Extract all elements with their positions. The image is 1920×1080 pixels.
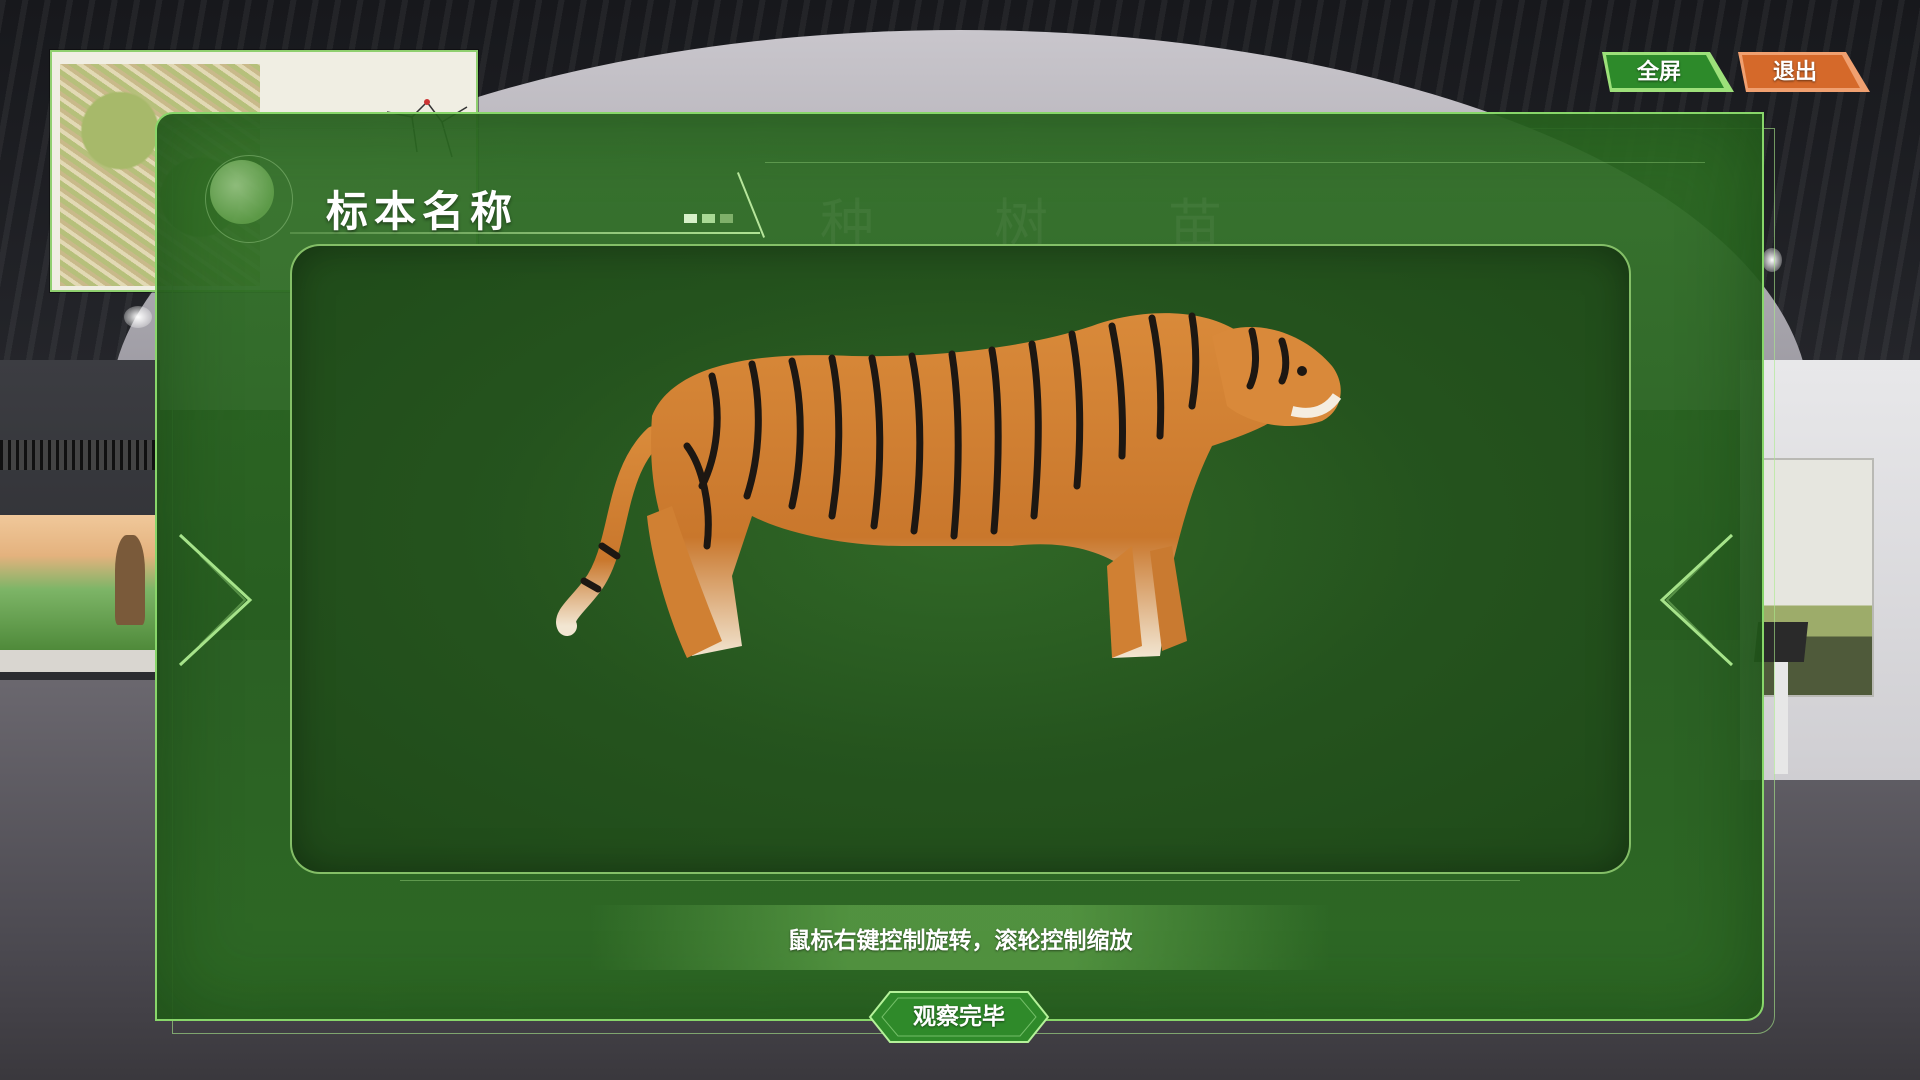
fullscreen-label: 全屏 [1636, 59, 1681, 85]
fullscreen-button[interactable]: 全屏 [1600, 50, 1736, 94]
title-underline [290, 232, 760, 234]
header-divider [765, 162, 1705, 163]
bird-figure [115, 535, 145, 625]
previous-arrow-icon[interactable] [170, 525, 280, 675]
panel-title: 标本名称 [326, 187, 519, 236]
footer-divider [400, 880, 1520, 881]
ceiling-light [1762, 248, 1782, 272]
kiosk-stand [1774, 662, 1788, 774]
instruction-bar: 鼠标右键控制旋转，滚轮控制缩放 [590, 905, 1330, 970]
left-mural [0, 515, 155, 672]
next-arrow-icon[interactable] [1632, 525, 1742, 675]
mural-base [0, 650, 155, 672]
ceiling-light [124, 306, 152, 328]
exit-button[interactable]: 退出 [1736, 50, 1872, 94]
observation-done-button[interactable]: 观察完毕 [868, 990, 1050, 1044]
exit-label: 退出 [1772, 59, 1817, 85]
title-circle-decoration [210, 160, 274, 224]
instruction-text: 鼠标右键控制旋转，滚轮控制缩放 [787, 926, 1133, 954]
title-dots-decoration [684, 214, 733, 223]
observation-done-label: 观察完毕 [913, 1003, 1005, 1030]
model-viewer[interactable] [290, 244, 1631, 874]
tiger-model-icon[interactable] [292, 246, 1629, 872]
vent [0, 440, 160, 470]
